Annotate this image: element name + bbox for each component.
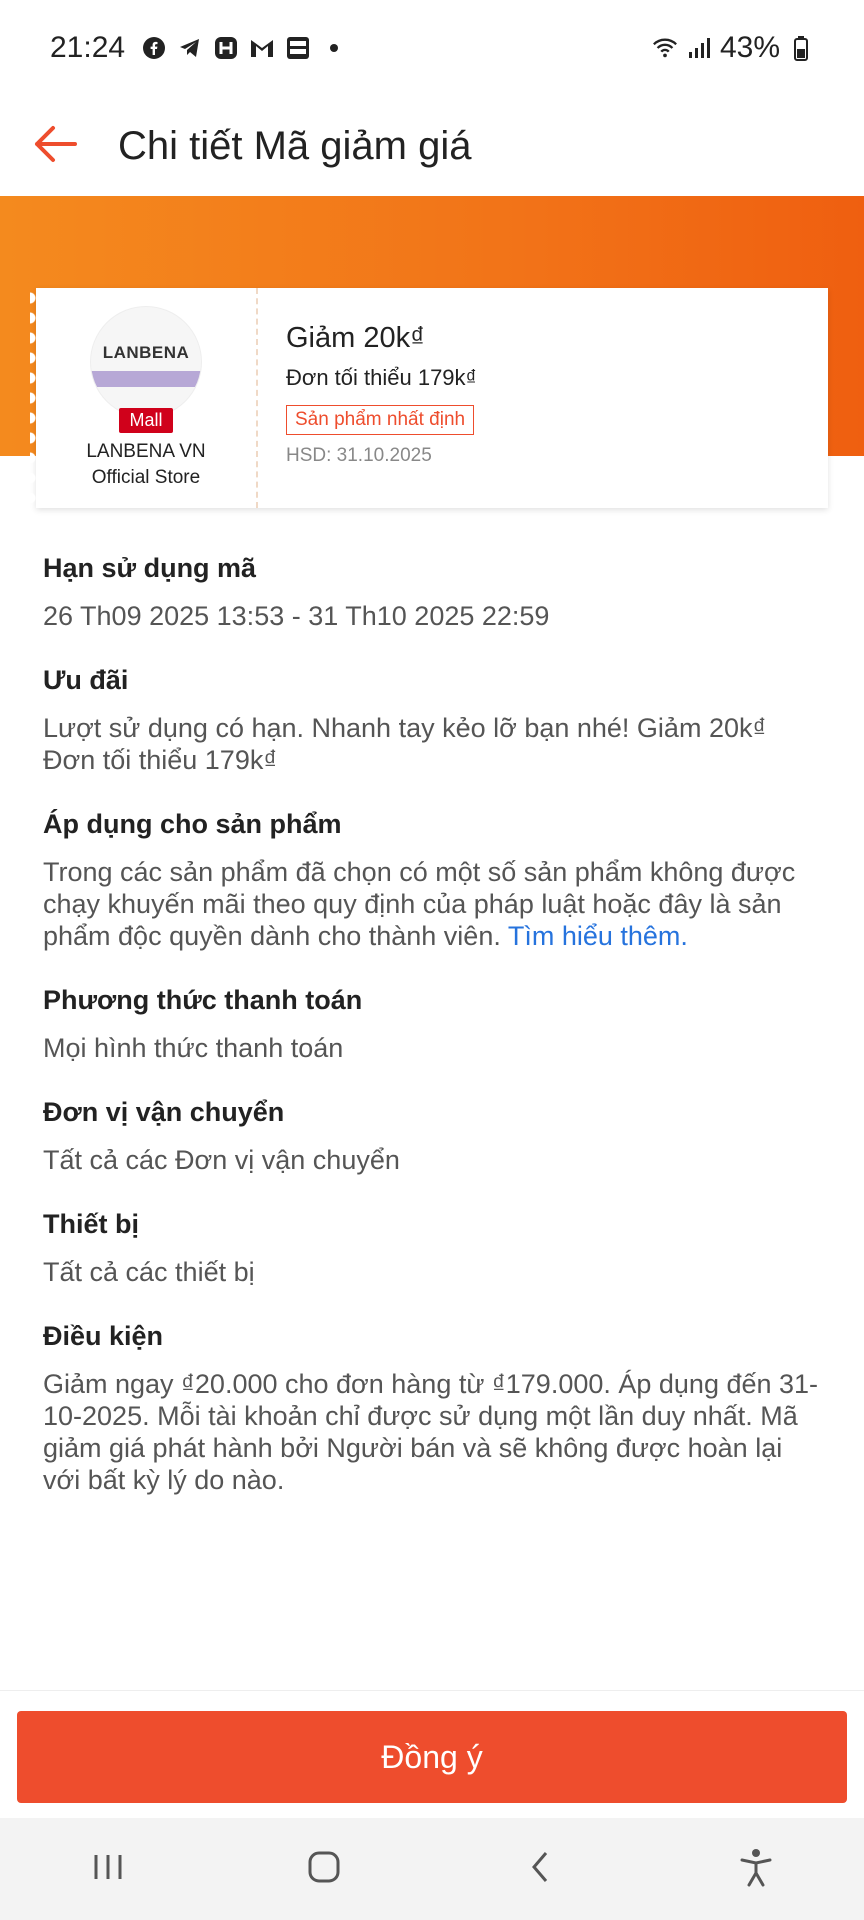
recent-apps-button[interactable] [68,1829,148,1909]
shop-logo-stripe [91,371,201,387]
section-title: Đơn vị vận chuyển [43,1097,285,1127]
section-offer: Ưu đãi Lượt sử dụng có hạn. Nhanh tay kẻ… [43,662,823,776]
section-title: Ưu đãi [43,665,129,695]
app-header: Chi tiết Mã giảm giá [0,96,864,196]
section-title: Hạn sử dụng mã [43,553,257,583]
gmail-icon [249,35,275,61]
battery-percent: 43% [719,31,780,64]
status-time: 21:24 [50,31,126,64]
section-products: Áp dụng cho sản phẩm Trong các sản phẩm … [43,806,823,952]
back-button[interactable] [20,111,90,181]
arrow-left-icon [31,124,79,169]
voucher-details: Giảm 20k₫ Đơn tối thiểu 179k₫ Sản phẩm n… [258,288,477,508]
voucher-card: LANBENA Mall LANBENA VN Official Store G… [30,288,828,508]
facebook-icon [141,35,167,61]
section-device: Thiết bị Tất cả các thiết bị [43,1206,823,1288]
telegram-icon [177,35,203,61]
shop-logo: LANBENA [90,306,202,418]
signal-icon [686,35,712,61]
voucher-title: Giảm 20k₫ [286,322,425,354]
wifi-icon [652,35,678,61]
section-body: Tất cả các Đơn vị vận chuyển [43,1145,400,1175]
shop-name-line1: LANBENA VN [86,441,206,462]
battery-icon [788,35,814,61]
section-title: Áp dụng cho sản phẩm [43,809,342,839]
home-button[interactable] [284,1829,364,1909]
section-body: Mọi hình thức thanh toán [43,1033,344,1063]
section-body: Giảm ngay ₫20.000 cho đơn hàng từ ₫179.0… [43,1369,819,1495]
shop-name-line2: Official Store [91,467,201,488]
section-conditions: Điều kiện Giảm ngay ₫20.000 cho đơn hàng… [43,1318,823,1496]
back-icon [528,1849,552,1890]
nav-back-button[interactable] [500,1829,580,1909]
learn-more-link[interactable]: Tìm hiểu thêm. [508,921,688,951]
section-title: Điều kiện [43,1321,164,1351]
agree-button[interactable]: Đồng ý [17,1711,847,1803]
recent-apps-icon [91,1851,125,1888]
mall-badge: Mall [119,408,173,433]
section-payment: Phương thức thanh toán Mọi hình thức tha… [43,982,823,1064]
status-bar: 21:24 43% [0,0,864,96]
status-left: 21:24 [50,31,347,65]
section-title: Thiết bị [43,1209,139,1239]
section-validity: Hạn sử dụng mã 26 Th09 2025 13:53 - 31 T… [43,550,823,632]
section-shipping: Đơn vị vận chuyển Tất cả các Đơn vị vận … [43,1094,823,1176]
section-body: Trong các sản phẩm đã chọn có một số sản… [43,856,823,952]
section-title: Phương thức thanh toán [43,985,363,1015]
section-body: Tất cả các thiết bị [43,1257,255,1287]
system-nav-bar [0,1818,864,1920]
h-app-icon [213,35,239,61]
accessibility-icon [738,1847,774,1892]
voucher-min-order: Đơn tối thiểu 179k₫ [286,365,477,390]
section-body: 26 Th09 2025 13:53 - 31 Th10 2025 22:59 [43,601,550,631]
footer: Đồng ý [0,1690,864,1810]
shop-name: LANBENA VN Official Store [86,439,205,491]
accessibility-button[interactable] [716,1829,796,1909]
section-body: Lượt sử dụng có hạn. Nhanh tay kẻo lỡ bạ… [43,713,767,775]
baomoi-icon [285,35,311,61]
home-icon [306,1849,342,1890]
status-right: 43% [652,31,814,65]
voucher-tag: Sản phẩm nhất định [286,405,475,435]
shop-logo-text: LANBENA [102,343,190,362]
voucher-detail-content: Hạn sử dụng mã 26 Th09 2025 13:53 - 31 T… [43,550,823,1526]
page-title: Chi tiết Mã giảm giá [118,123,472,168]
voucher-expiry: HSD: 31.10.2025 [286,445,432,466]
voucher-shop-panel: LANBENA Mall LANBENA VN Official Store [30,288,258,508]
dot-icon [321,35,347,61]
